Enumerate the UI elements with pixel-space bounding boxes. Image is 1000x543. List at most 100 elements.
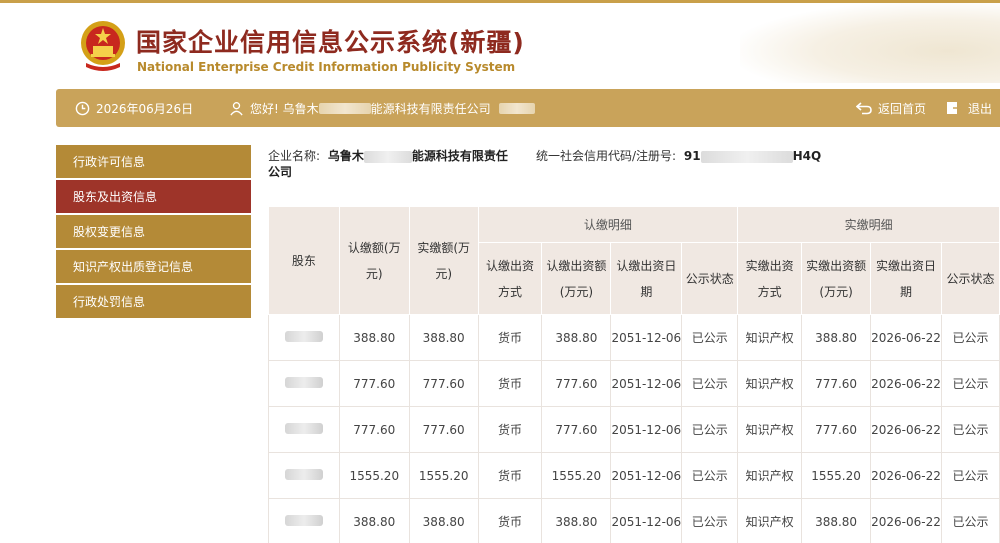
sub-date-cell: 2051-12-06 [610,452,683,499]
sub-date-cell: 2051-12-06 [610,406,683,453]
sub-status-cell: 已公示 [681,452,739,499]
paid-amount-header: 实缴出资额(万元) [801,242,872,315]
credit-code-prefix: 91 [683,149,701,163]
company-name-prefix: 乌鲁木 [327,149,364,163]
sub-amount-header: 认缴出资额(万元) [541,242,612,315]
sub-date-header: 认缴出资日期 [610,242,683,315]
sidebar-item-shareholder-investment[interactable]: 股东及出资信息 [56,180,251,213]
paid-amount-cell: 388.80 [801,314,872,361]
subscribed-cell: 388.80 [338,314,410,361]
paid-method-cell: 知识产权 [737,452,803,499]
return-icon [856,102,872,115]
sub-status-cell: 已公示 [681,406,739,453]
greeting-text: 您好! 乌鲁木 [250,101,319,116]
logout-icon [947,102,962,114]
company-name-line2: 公司 [268,165,293,179]
holder-cell [268,406,340,453]
sub-amount-cell: 1555.20 [541,452,612,499]
holder-cell [268,498,340,543]
credit-code-suffix: H4Q [792,149,822,163]
site-title: 国家企业信用信息公示系统(新疆) [136,28,525,57]
sidebar-item-label: 行政许可信息 [73,155,146,169]
holder-cell [268,314,340,361]
paid-date-cell: 2026-06-22 [870,498,943,543]
credit-code-block: 统一社会信用代码/注册号: 91 H4Q [536,148,821,164]
paid-cell: 1555.20 [408,452,479,499]
credit-code-label: 统一社会信用代码/注册号: [536,149,677,163]
return-home-button[interactable]: 返回首页 [856,89,926,127]
paid-date-cell: 2026-06-22 [870,452,943,499]
paid-amount-cell: 777.60 [801,360,872,407]
redacted-holder [284,514,323,526]
sidebar-item-equity-change[interactable]: 股权变更信息 [56,215,251,248]
redacted-user [498,102,535,114]
paid-cell: 777.60 [408,360,479,407]
sub-date-cell: 2051-12-06 [610,314,683,361]
redacted-holder [284,330,323,342]
sidebar-item-ip-pledge[interactable]: 知识产权出质登记信息 [56,250,251,283]
paid-method-cell: 知识产权 [737,498,803,543]
sub-amount-cell: 777.60 [541,360,612,407]
date-display: 2026年06月26日 [75,89,193,127]
national-emblem-icon [81,21,125,71]
col-subscribed-header: 认缴额(万元) [338,206,410,315]
sidebar-item-label: 知识产权出质登记信息 [73,260,194,274]
table-row: 1555.20 1555.20 货币 1555.20 2051-12-06 已公… [268,452,1000,499]
paid-status-cell: 已公示 [941,498,1000,543]
subscribed-cell: 777.60 [338,360,410,407]
paid-date-cell: 2026-06-22 [870,406,943,453]
table-row: 777.60 777.60 货币 777.60 2051-12-06 已公示 知… [268,360,1000,407]
paid-cell: 777.60 [408,406,479,453]
sub-amount-cell: 388.80 [541,314,612,361]
paid-amount-cell: 388.80 [801,498,872,543]
paid-cell: 388.80 [408,498,479,543]
sub-method-cell: 货币 [477,498,543,543]
paid-status-header: 公示状态 [941,242,1000,315]
holder-cell [268,360,340,407]
sidebar-item-admin-penalty[interactable]: 行政处罚信息 [56,285,251,318]
table-row: 388.80 388.80 货币 388.80 2051-12-06 已公示 知… [268,498,1000,543]
site-subtitle: National Enterprise Credit Information P… [137,60,516,74]
logout-button[interactable]: 退出 [946,89,992,127]
company-name-suffix: 能源科技有限责任 [411,149,508,163]
sub-method-header: 认缴出资方式 [477,242,543,315]
sub-method-cell: 货币 [477,360,543,407]
company-name-block: 企业名称: 乌鲁木 能源科技有限责任 公司 [268,148,523,180]
user-icon [230,101,243,115]
sidebar-item-label: 股东及出资信息 [73,190,158,204]
subscribed-cell: 388.80 [338,498,410,543]
col-paid-header: 实缴额(万元) [408,206,479,315]
paid-date-cell: 2026-06-22 [870,314,943,361]
paid-amount-cell: 1555.20 [801,452,872,499]
paid-amount-cell: 777.60 [801,406,872,453]
sidebar-item-admin-license[interactable]: 行政许可信息 [56,145,251,178]
sub-status-header: 公示状态 [681,242,739,315]
return-home-label: 返回首页 [878,101,927,116]
logout-label: 退出 [968,101,993,116]
redacted-company [363,150,412,163]
redacted-holder [284,376,323,388]
sub-method-cell: 货币 [477,406,543,453]
group-subscribed-header: 认缴明细 [477,206,739,243]
sub-amount-cell: 388.80 [541,498,612,543]
table-row: 388.80 388.80 货币 388.80 2051-12-06 已公示 知… [268,314,1000,361]
sidebar-nav: 行政许可信息 股东及出资信息 股权变更信息 知识产权出质登记信息 行政处罚信息 [56,145,251,320]
sub-method-cell: 货币 [477,452,543,499]
group-paid-header: 实缴明细 [737,206,1000,243]
clock-icon [75,101,90,115]
subscribed-cell: 1555.20 [338,452,410,499]
user-greeting: 您好! 乌鲁木 能源科技有限责任公司 [229,89,535,127]
holder-cell [268,452,340,499]
header-decoration [740,3,1000,83]
greeting-company-suffix: 能源科技有限责任公司 [370,101,491,116]
paid-status-cell: 已公示 [941,452,1000,499]
shareholder-table: 股东 认缴额(万元) 实缴额(万元) 认缴明细 实缴明细 认缴出资方式 认缴出资… [268,206,1000,543]
date-text: 2026年06月26日 [96,101,194,116]
paid-status-cell: 已公示 [941,406,1000,453]
sub-status-cell: 已公示 [681,360,739,407]
sidebar-item-label: 行政处罚信息 [73,295,146,309]
paid-status-cell: 已公示 [941,360,1000,407]
paid-date-header: 实缴出资日期 [870,242,943,315]
company-name-label: 企业名称: [268,149,321,163]
subscribed-cell: 777.60 [338,406,410,453]
